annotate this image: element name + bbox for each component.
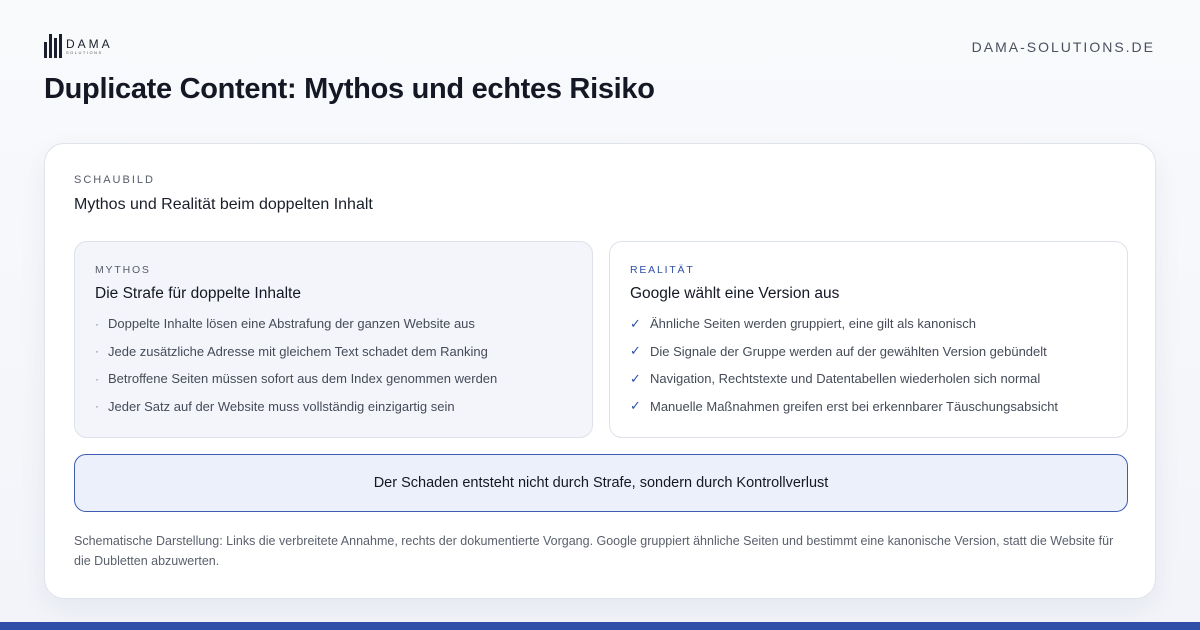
logo-text: DAMA SOLUTIONS — [66, 38, 113, 55]
logo-word: DAMA — [66, 36, 113, 51]
reality-panel: REALITÄT Google wählt eine Version aus ✓… — [609, 241, 1128, 438]
reality-item: ✓ Navigation, Rechtstexte und Datentabell… — [630, 365, 1107, 393]
reality-item-text: Ähnliche Seiten werden gruppiert, eine g… — [650, 316, 976, 332]
myth-list: · Doppelte Inhalte lösen eine Abstrafung … — [95, 310, 572, 420]
reality-item: ✓ Die Signale der Gruppe werden auf der g… — [630, 338, 1107, 366]
checkmark-icon: ✓ — [630, 315, 641, 331]
bullet-dot-icon: · — [95, 316, 99, 331]
myth-eyebrow: MYTHOS — [95, 264, 151, 276]
myth-item: · Doppelte Inhalte lösen eine Abstrafung … — [95, 310, 572, 338]
myth-title: Die Strafe für doppelte Inhalte — [95, 285, 301, 302]
logo-mark-icon — [44, 34, 62, 58]
bullet-dot-icon: · — [95, 371, 99, 386]
logo-subword: SOLUTIONS — [66, 49, 103, 55]
brand-logo: DAMA SOLUTIONS — [44, 34, 113, 58]
card-eyebrow: SCHAUBILD — [74, 174, 155, 186]
myth-item: · Betroffene Seiten müssen sofort aus dem… — [95, 365, 572, 393]
bullet-dot-icon: · — [95, 399, 99, 414]
myth-item-text: Jeder Satz auf der Website muss vollstän… — [108, 398, 455, 414]
page-title: Duplicate Content: Mythos und echtes Ris… — [44, 73, 655, 105]
reality-item-text: Navigation, Rechtstexte und Datentabelle… — [650, 371, 1041, 387]
reality-item-text: Die Signale der Gruppe werden auf der ge… — [650, 343, 1047, 359]
reality-item: ✓ Ähnliche Seiten werden gruppiert, eine … — [630, 310, 1107, 338]
diagram-caption: Schematische Darstellung: Links die verb… — [74, 534, 1114, 568]
bullet-dot-icon: · — [95, 344, 99, 359]
myth-item: · Jeder Satz auf der Website muss vollstä… — [95, 393, 572, 421]
reality-list: ✓ Ähnliche Seiten werden gruppiert, eine … — [630, 310, 1107, 420]
card-title: Mythos und Realität beim doppelten Inhal… — [74, 196, 373, 213]
reality-eyebrow: REALITÄT — [630, 264, 695, 276]
diagram-card: SCHAUBILD Mythos und Realität beim doppe… — [44, 143, 1156, 599]
myth-item: · Jede zusätzliche Adresse mit gleichem T… — [95, 338, 572, 366]
myth-item-text: Doppelte Inhalte lösen eine Abstrafung d… — [108, 316, 475, 332]
myth-item-text: Jede zusätzliche Adresse mit gleichem Te… — [108, 343, 488, 359]
myth-panel: MYTHOS Die Strafe für doppelte Inhalte ·… — [74, 241, 593, 438]
reality-title: Google wählt eine Version aus — [630, 285, 840, 302]
bottom-accent-bar — [0, 622, 1200, 630]
myth-item-text: Betroffene Seiten müssen sofort aus dem … — [108, 371, 498, 387]
reality-item-text: Manuelle Maßnahmen greifen erst bei erke… — [650, 398, 1059, 414]
site-domain: DAMA-SOLUTIONS.DE — [971, 39, 1155, 55]
checkmark-icon: ✓ — [630, 398, 641, 414]
summary-box: Der Schaden entsteht nicht durch Strafe,… — [74, 454, 1128, 512]
reality-item: ✓ Manuelle Maßnahmen greifen erst bei erk… — [630, 393, 1107, 421]
checkmark-icon: ✓ — [630, 343, 641, 359]
checkmark-icon: ✓ — [630, 370, 641, 386]
